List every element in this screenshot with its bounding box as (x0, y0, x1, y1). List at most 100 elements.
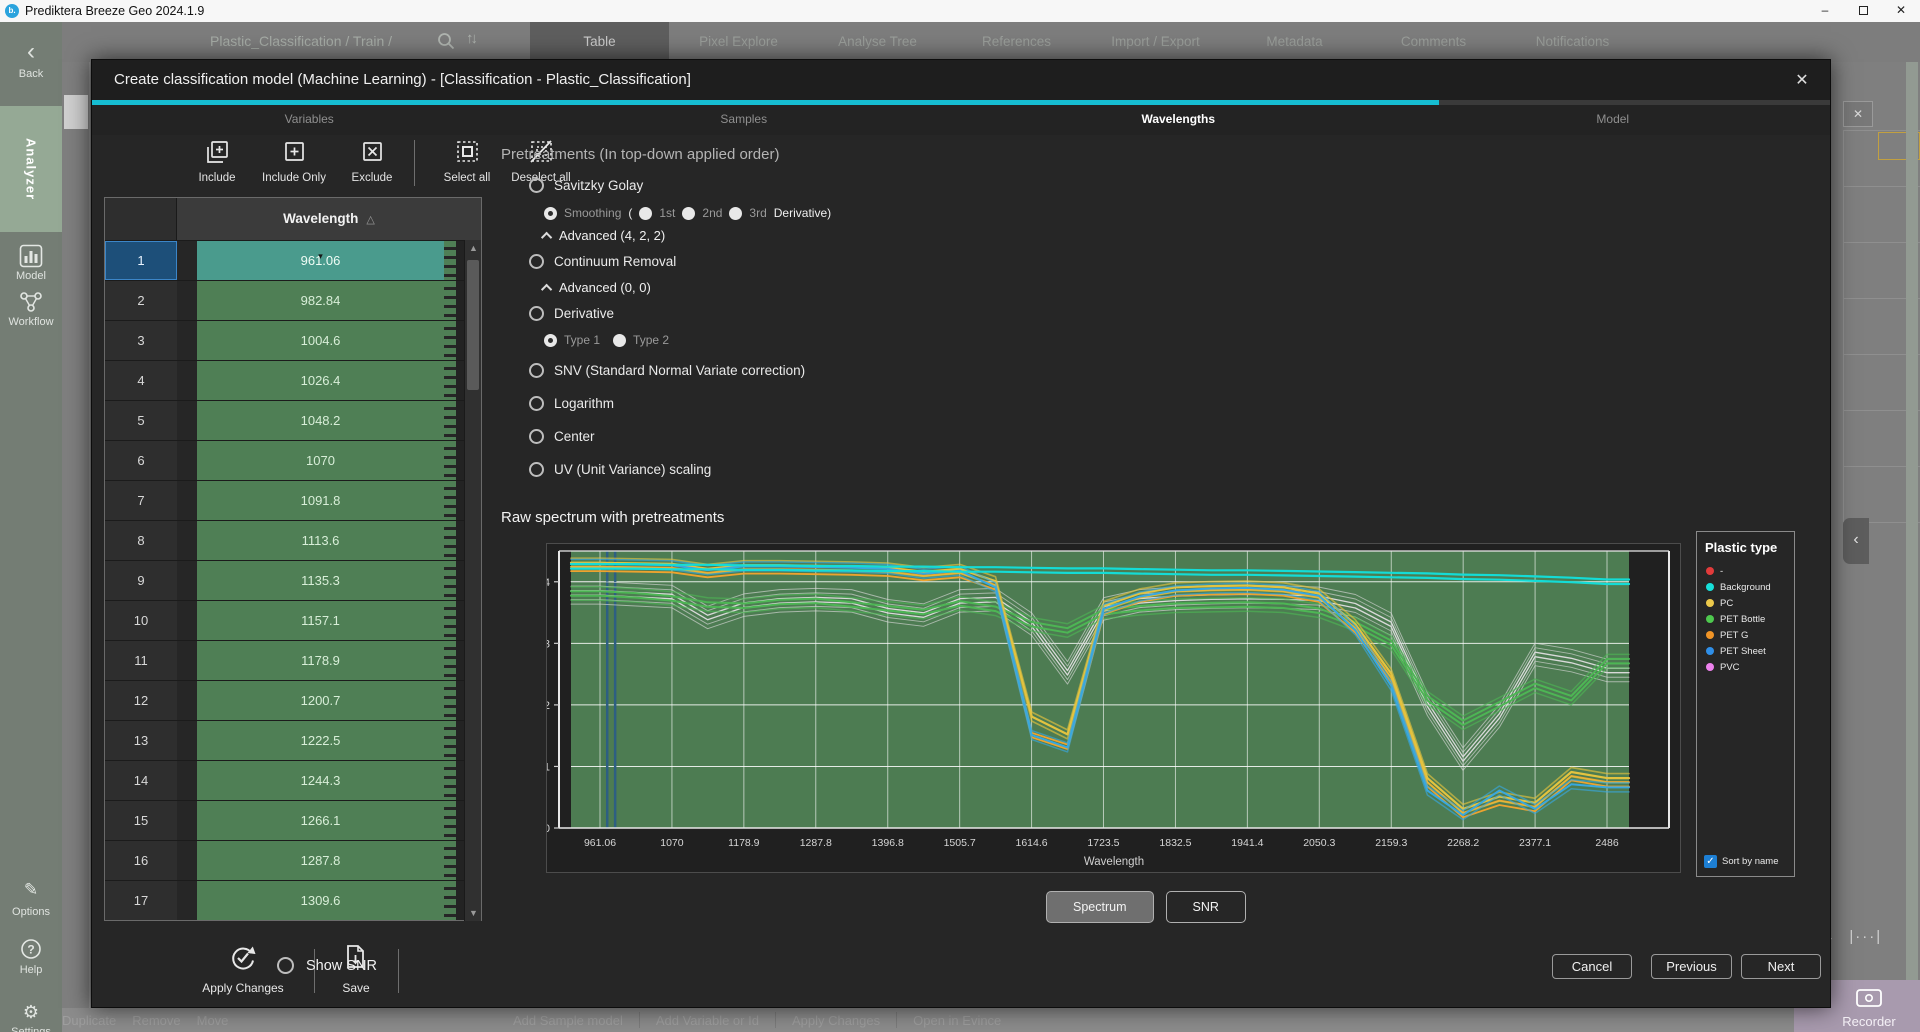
dialog-tab-wavelengths[interactable]: Wavelengths (961, 105, 1396, 135)
continuum-removal-radio[interactable]: Continuum Removal (529, 254, 676, 269)
workflow-nodes-icon[interactable] (0, 290, 62, 319)
radio-icon[interactable] (529, 429, 544, 444)
spectrum-view-button[interactable]: Spectrum (1046, 891, 1154, 923)
model-chart-icon[interactable] (0, 244, 62, 273)
radio-icon[interactable] (277, 957, 294, 974)
table-row[interactable]: 91135.3 (105, 560, 481, 600)
wavelength-cell[interactable]: 1309.6 (197, 881, 444, 920)
wavelength-cell[interactable]: 1070 (197, 441, 444, 480)
question-icon[interactable]: ? (0, 938, 62, 965)
wavelength-cell[interactable]: 1048.2 (197, 401, 444, 440)
scroll-down-icon[interactable]: ▼ (465, 908, 482, 918)
wavelength-cell[interactable]: 1287.8 (197, 841, 444, 880)
bottombar-item-apply-changes[interactable]: Apply Changes (792, 1013, 880, 1028)
select-all-button[interactable]: Select all (434, 138, 500, 184)
legend-entry[interactable]: PET G (1697, 627, 1794, 643)
table-row[interactable]: 2982.84 (105, 280, 481, 320)
row-index[interactable]: 13 (105, 721, 177, 760)
second-derivative-radio[interactable] (682, 207, 695, 220)
table-row[interactable]: 141244.3 (105, 760, 481, 800)
close-icon[interactable]: ✕ (1882, 0, 1920, 22)
dialog-tab-variables[interactable]: Variables (92, 105, 527, 135)
table-row[interactable]: 171309.6 (105, 880, 481, 920)
table-row[interactable]: 10 1157.1 (105, 600, 481, 640)
row-index[interactable]: 14 (105, 761, 177, 800)
row-index[interactable]: 4 (105, 361, 177, 400)
nav-tab-pixel-explore[interactable]: Pixel Explore (669, 22, 808, 62)
sidebar-item-help[interactable]: Help (0, 964, 62, 976)
include-button[interactable]: Include (184, 138, 250, 184)
bottombar-item-move[interactable]: Move (197, 1013, 229, 1028)
row-index[interactable]: 11 (105, 641, 177, 680)
wavelength-cell[interactable]: 961.06▾ (197, 241, 444, 280)
row-index[interactable]: 16 (105, 841, 177, 880)
wavelength-cell[interactable]: 1200.7 (197, 681, 444, 720)
panel-collapse-handle[interactable]: ‹ (1843, 518, 1869, 564)
nav-tab-import-export[interactable]: Import / Export (1086, 22, 1225, 62)
table-header-wavelength[interactable]: Wavelength△ (177, 198, 481, 240)
row-index[interactable]: 10 (105, 601, 177, 640)
bottombar-item-add-variable-or-id[interactable]: Add Variable or Id (656, 1013, 759, 1028)
gear-icon[interactable]: ⚙ (0, 1002, 62, 1023)
legend-entry[interactable]: Background (1697, 579, 1794, 595)
scrollbar-thumb[interactable] (467, 260, 479, 390)
row-index[interactable]: 12 (105, 681, 177, 720)
sidebar-item-model[interactable]: Model (0, 270, 62, 282)
wavelength-cell[interactable]: 1222.5 (197, 721, 444, 760)
uv-scaling-radio[interactable]: UV (Unit Variance) scaling (529, 462, 711, 477)
smoothing-radio[interactable] (544, 207, 557, 220)
table-row[interactable]: 5 1048.2 (105, 400, 481, 440)
sort-by-name-checkbox[interactable]: ✓ Sort by name (1704, 855, 1779, 868)
show-snr-radio[interactable]: Show SNR (277, 957, 377, 974)
sidebar-item-workflow[interactable]: Workflow (0, 316, 62, 328)
legend-entry[interactable]: PC (1697, 595, 1794, 611)
maximize-icon[interactable] (1844, 0, 1882, 22)
derivative-radio[interactable]: Derivative (529, 306, 614, 321)
table-row[interactable]: 71091.8 (105, 480, 481, 520)
bottombar-item-open-in-evince[interactable]: Open in Evince (913, 1013, 1001, 1028)
sidebar-item-options[interactable]: Options (0, 906, 62, 918)
table-row[interactable]: 13 1222.5 (105, 720, 481, 760)
checkbox-checked-icon[interactable]: ✓ (1704, 855, 1717, 868)
radio-icon[interactable] (529, 363, 544, 378)
search-icon[interactable] (436, 31, 456, 56)
table-scrollbar[interactable]: ▲ ▼ (464, 240, 481, 921)
dialog-tab-samples[interactable]: Samples (527, 105, 962, 135)
table-row[interactable]: 12 1200.7 (105, 680, 481, 720)
back-chevron-icon[interactable]: ‹ (0, 40, 62, 64)
radio-icon[interactable] (529, 254, 544, 269)
wavelength-cell[interactable]: 1157.1 (197, 601, 444, 640)
table-row[interactable]: 3 1004.6 (105, 320, 481, 360)
table-row[interactable]: 151266.1 (105, 800, 481, 840)
include-only-button[interactable]: Include Only (250, 138, 338, 184)
nav-tab-analyse-tree[interactable]: Analyse Tree (808, 22, 947, 62)
bottombar-item-duplicate[interactable]: Duplicate (62, 1013, 116, 1028)
type2-radio[interactable] (613, 334, 626, 347)
dialog-close-icon[interactable]: ✕ (1790, 69, 1814, 93)
bottombar-item-add-sample-model[interactable]: Add Sample model (513, 1013, 623, 1028)
radio-icon[interactable] (529, 306, 544, 321)
wavelength-cell[interactable]: 1113.6 (197, 521, 444, 560)
row-index[interactable]: 3 (105, 321, 177, 360)
row-index[interactable]: 1 (105, 241, 177, 280)
type1-radio[interactable] (544, 334, 557, 347)
nav-tab-references[interactable]: References (947, 22, 1086, 62)
pencil-icon[interactable]: ✎ (0, 880, 62, 900)
radio-icon[interactable] (529, 396, 544, 411)
row-index[interactable]: 7 (105, 481, 177, 520)
radio-icon[interactable] (529, 178, 544, 193)
row-index[interactable]: 5 (105, 401, 177, 440)
nav-tab-table[interactable]: Table (530, 22, 669, 62)
dialog-tab-model[interactable]: Model (1396, 105, 1831, 135)
nav-tab-comments[interactable]: Comments (1364, 22, 1503, 62)
row-index[interactable]: 8 (105, 521, 177, 560)
legend-entry[interactable]: PVC (1697, 659, 1794, 675)
nav-tab-metadata[interactable]: Metadata (1225, 22, 1364, 62)
next-button[interactable]: Next (1741, 954, 1821, 979)
wavelength-cell[interactable]: 1004.6 (197, 321, 444, 360)
table-row[interactable]: 111178.9 (105, 640, 481, 680)
legend-entry[interactable]: PET Sheet (1697, 643, 1794, 659)
savitzky-advanced-toggle[interactable]: Advanced (4, 2, 2) (544, 228, 665, 243)
savitzky-golay-radio[interactable]: Savitzky Golay (529, 178, 643, 193)
wavelength-cell[interactable]: 1135.3 (197, 561, 444, 600)
